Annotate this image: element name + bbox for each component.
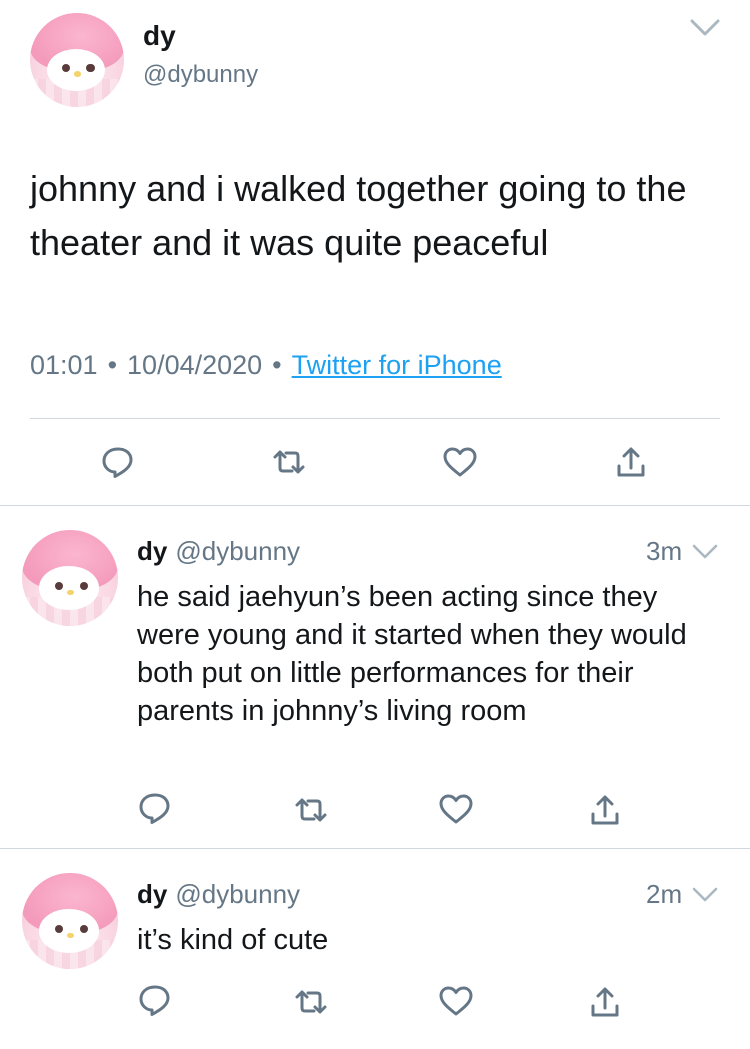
author-name[interactable]: dy @dybunny	[137, 536, 300, 567]
tweet-meta: 01:01 • 10/04/2020 • Twitter for iPhone	[30, 350, 502, 381]
meta-separator: •	[272, 350, 282, 380]
share-icon[interactable]	[587, 984, 623, 1020]
heart-icon[interactable]	[438, 983, 474, 1019]
reply-timestamp: 2m	[646, 879, 683, 909]
action-bar	[0, 440, 750, 490]
avatar[interactable]	[30, 13, 124, 107]
main-tweet: dy @dybunny johnny and i walked together…	[0, 0, 750, 505]
reply-timestamp: 3m	[646, 536, 683, 566]
author-name[interactable]: dy @dybunny	[137, 879, 300, 910]
reply-icon[interactable]	[137, 790, 173, 826]
tweet-text: johnny and i walked together going to th…	[30, 168, 687, 263]
chevron-down-icon[interactable]	[692, 886, 718, 904]
avatar[interactable]	[22, 530, 118, 626]
tweet-date: 10/04/2020	[127, 350, 263, 380]
tweet-source-link[interactable]: Twitter for iPhone	[292, 350, 502, 380]
reply-icon[interactable]	[137, 982, 173, 1018]
heart-icon[interactable]	[438, 791, 474, 827]
author-display-name: dy	[137, 879, 168, 909]
tweet-time: 01:01	[30, 350, 98, 380]
chevron-down-icon[interactable]	[690, 18, 720, 38]
author-display-name: dy	[137, 536, 168, 566]
reply-icon[interactable]	[100, 444, 136, 480]
retweet-icon[interactable]	[293, 984, 329, 1020]
reply-tweet[interactable]: dy @dybunny 2m it’s kind of cute	[0, 849, 750, 1049]
avatar[interactable]	[22, 873, 118, 969]
retweet-icon[interactable]	[271, 444, 307, 480]
share-icon[interactable]	[587, 792, 623, 828]
author-handle: @dybunny	[175, 879, 301, 909]
author-name[interactable]: dy	[143, 20, 176, 52]
author-handle[interactable]: @dybunny	[143, 61, 258, 89]
heart-icon[interactable]	[442, 444, 478, 480]
author-handle: @dybunny	[175, 536, 301, 566]
reply-text: it’s kind of cute	[137, 924, 329, 956]
chevron-down-icon[interactable]	[692, 543, 718, 561]
retweet-icon[interactable]	[293, 792, 329, 828]
reply-text: he said jaehyun’s been acting since they…	[137, 581, 687, 727]
reply-tweet[interactable]: dy @dybunny 3m he said jaehyun’s been act…	[0, 506, 750, 848]
meta-separator: •	[107, 350, 118, 380]
divider	[30, 418, 720, 419]
share-icon[interactable]	[613, 444, 649, 480]
